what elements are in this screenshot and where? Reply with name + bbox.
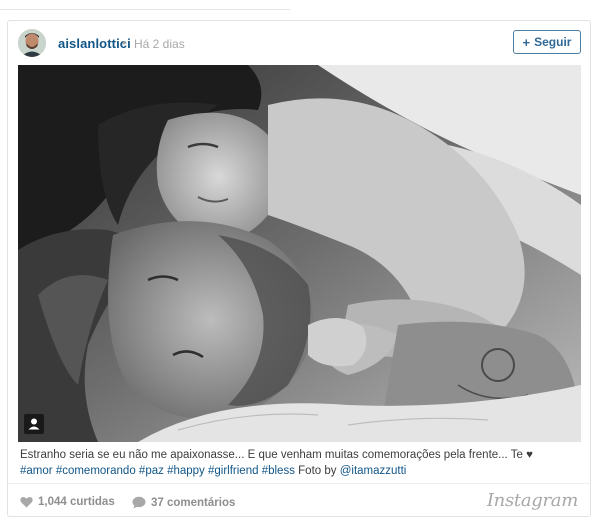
comments-label: 37 comentários [151, 496, 236, 509]
hashtag-link[interactable]: #bless [262, 465, 295, 477]
post-caption: Estranho seria se eu não me apaixonasse.… [20, 447, 580, 479]
post-timestamp[interactable]: Há 2 dias [134, 37, 185, 51]
separator-dot: • [122, 36, 127, 50]
hashtag-link[interactable]: #girlfriend [208, 465, 259, 477]
post-card: aislanlottici • Há 2 dias + Seguir Estra… [7, 20, 591, 517]
instagram-logo[interactable]: Instagram [487, 490, 578, 511]
top-divider [0, 9, 290, 10]
likes-label: 1,044 curtidas [38, 496, 115, 508]
hashtag-link[interactable]: #comemorando [56, 465, 136, 477]
follow-label: Seguir [534, 35, 572, 49]
user-tag-icon[interactable] [24, 414, 44, 434]
hashtag-link[interactable]: #happy [167, 465, 205, 477]
likes-count[interactable]: 1,044 curtidas [20, 496, 115, 508]
photo-credit-user-link[interactable]: @itamazzutti [340, 465, 407, 477]
comments-count[interactable]: 37 comentários [132, 496, 235, 509]
hashtag-link[interactable]: #amor [20, 465, 53, 477]
caption-hashtags: #amor #comemorando #paz #happy #girlfrie… [20, 463, 580, 479]
caption-text: Estranho seria se eu não me apaixonasse.… [20, 449, 533, 461]
follow-button[interactable]: + Seguir [513, 30, 581, 54]
username-link[interactable]: aislanlottici [58, 36, 131, 51]
plus-icon: + [522, 34, 531, 50]
photo-credit-label: Foto by [298, 465, 337, 477]
avatar[interactable] [18, 29, 46, 57]
post-photo[interactable] [18, 65, 581, 442]
heart-icon [20, 496, 33, 508]
hashtag-link[interactable]: #paz [139, 465, 164, 477]
post-footer: 1,044 curtidas 37 comentários Instagram [8, 483, 590, 518]
comment-bubble-icon [132, 496, 146, 509]
post-header: aislanlottici • Há 2 dias + Seguir [8, 21, 590, 65]
